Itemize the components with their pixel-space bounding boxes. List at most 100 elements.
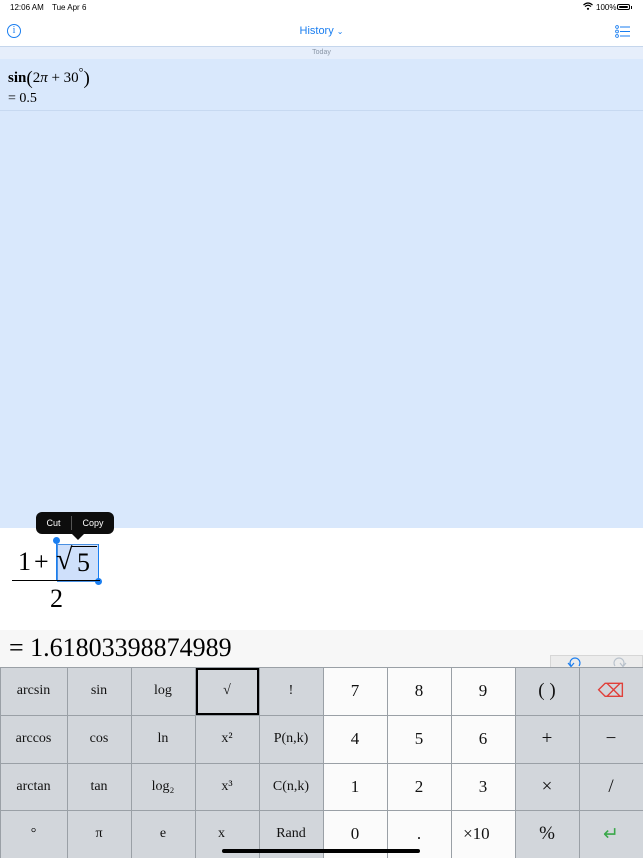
radical-sign: √ xyxy=(56,543,73,576)
key-0-5[interactable]: 7 xyxy=(323,667,387,715)
key-label: e xyxy=(159,826,167,841)
key-3-2[interactable]: e xyxy=(131,810,195,858)
undo-icon[interactable] xyxy=(567,656,583,667)
key-label: ° xyxy=(30,826,37,841)
key-label: √ xyxy=(223,683,231,698)
key-3-8[interactable]: % xyxy=(515,810,579,858)
key-label: cos xyxy=(89,731,109,746)
status-date: Tue Apr 6 xyxy=(52,3,87,12)
battery-percent: 100% xyxy=(596,3,617,12)
key-label: ×10⃞ xyxy=(463,824,503,843)
key-0-4[interactable]: ! xyxy=(259,667,323,715)
key-1-8[interactable]: + xyxy=(515,715,579,763)
keypad: arcsin sin log √! 7 8 9 ( ) ⌫ arccos cos ln x² P(n,k)… xyxy=(0,667,643,858)
numerator-plus: + xyxy=(34,547,49,576)
key-0-7[interactable]: 9 xyxy=(451,667,515,715)
key-label: P(n,k) xyxy=(273,731,309,746)
key-label: C(n,k) xyxy=(272,778,310,794)
return-icon: ↵ xyxy=(603,823,619,845)
key-0-1[interactable]: sin xyxy=(67,667,131,715)
denominator: 2 xyxy=(50,584,63,613)
key-2-2[interactable]: log₂ xyxy=(131,763,195,810)
nav-bar: i History ⌄ xyxy=(0,16,643,46)
key-label: arccos xyxy=(15,731,52,746)
key-2-3[interactable]: x³ xyxy=(195,763,259,810)
home-indicator xyxy=(222,849,420,853)
key-1-7[interactable]: 6 xyxy=(451,715,515,763)
history-panel[interactable]: Today sin(2π + 30°) = 0.5 xyxy=(0,46,643,529)
key-label: x⃞ xyxy=(218,826,236,841)
key-1-6[interactable]: 5 xyxy=(387,715,451,763)
history-dropdown[interactable]: History ⌄ xyxy=(300,25,344,37)
key-2-5[interactable]: 1 xyxy=(323,763,387,810)
key-label: log₂ xyxy=(151,778,175,794)
wifi-icon xyxy=(583,2,593,10)
key-2-0[interactable]: arctan xyxy=(0,763,67,810)
key-0-6[interactable]: 8 xyxy=(387,667,451,715)
key-2-6[interactable]: 2 xyxy=(387,763,451,810)
radical-overline xyxy=(71,546,97,547)
key-1-9[interactable]: − xyxy=(579,715,643,763)
key-label: ln xyxy=(157,731,169,746)
key-label: / xyxy=(608,775,614,797)
selection-line-end xyxy=(98,544,99,582)
key-1-4[interactable]: P(n,k) xyxy=(259,715,323,763)
history-title: History xyxy=(299,25,334,37)
history-paren-close: ) xyxy=(83,68,90,89)
edit-menu: Cut Copy xyxy=(36,512,114,534)
key-label: ( ) xyxy=(538,680,556,701)
key-label: + xyxy=(541,728,553,749)
key-0-3[interactable]: √ xyxy=(195,667,259,715)
key-1-0[interactable]: arccos xyxy=(0,715,67,763)
history-expression: sin(2π + 30°) xyxy=(8,65,90,90)
key-0-2[interactable]: log xyxy=(131,667,195,715)
key-2-7[interactable]: 3 xyxy=(451,763,515,810)
key-1-3[interactable]: x² xyxy=(195,715,259,763)
status-bar: 12:06 AM Tue Apr 6 100% xyxy=(0,0,643,16)
copy-button[interactable]: Copy xyxy=(72,512,114,534)
key-label: 4 xyxy=(350,729,360,748)
key-1-5[interactable]: 4 xyxy=(323,715,387,763)
backspace-icon: ⌫ xyxy=(597,680,625,702)
history-pi: π xyxy=(40,70,48,86)
key-label: log xyxy=(154,683,172,698)
history-arg-b: 30 xyxy=(63,70,79,86)
key-2-1[interactable]: tan xyxy=(67,763,131,810)
key-label: % xyxy=(539,823,555,844)
key-2-9[interactable]: / xyxy=(579,763,643,810)
key-label: × xyxy=(541,775,553,797)
fraction-bar xyxy=(12,580,100,581)
redo-icon[interactable] xyxy=(611,656,627,667)
cut-button[interactable]: Cut xyxy=(36,512,71,534)
undo-redo-bar xyxy=(550,655,643,667)
result-value[interactable]: = 1.61803398874989 xyxy=(9,633,232,663)
key-label: 1 xyxy=(350,776,360,796)
chevron-down-icon: ⌄ xyxy=(336,27,344,36)
key-label: x³ xyxy=(221,778,233,794)
radicand: 5 xyxy=(77,548,90,577)
key-label: 7 xyxy=(350,681,360,700)
key-0-8[interactable]: ( ) xyxy=(515,667,579,715)
key-1-2[interactable]: ln xyxy=(131,715,195,763)
history-section-header: Today xyxy=(0,47,643,59)
info-icon: i xyxy=(12,25,16,36)
key-2-4[interactable]: C(n,k) xyxy=(259,763,323,810)
return-key[interactable]: ↵ xyxy=(579,810,643,858)
key-label: Rand xyxy=(276,826,306,841)
key-0-0[interactable]: arcsin xyxy=(0,667,67,715)
key-3-7[interactable]: ×10⃞ xyxy=(451,810,515,858)
key-2-8[interactable]: × xyxy=(515,763,579,810)
key-label: arctan xyxy=(16,778,51,794)
battery-icon xyxy=(617,4,630,10)
key-label: 0 xyxy=(350,824,360,843)
key-label: sin xyxy=(90,683,108,698)
key-3-1[interactable]: π xyxy=(67,810,131,858)
key-3-0[interactable]: ° xyxy=(0,810,67,858)
key-label: 8 xyxy=(414,681,424,700)
history-entry[interactable]: sin(2π + 30°) = 0.5 xyxy=(0,59,643,111)
info-button[interactable]: i xyxy=(7,24,21,38)
list-settings-icon[interactable] xyxy=(615,25,631,38)
backspace-key[interactable]: ⌫ xyxy=(579,667,643,715)
edit-menu-arrow xyxy=(72,534,84,540)
key-1-1[interactable]: cos xyxy=(67,715,131,763)
